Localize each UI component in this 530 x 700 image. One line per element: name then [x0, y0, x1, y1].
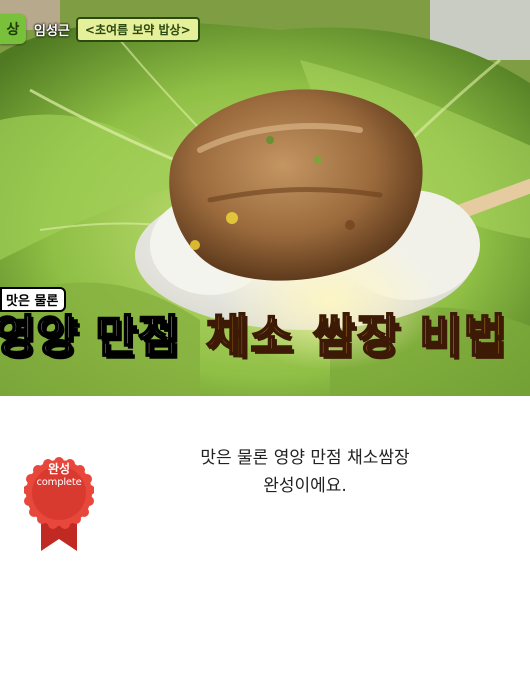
show-tag-bar: 상 임성근 <초여름 보약 밥상>	[0, 14, 200, 44]
episode-title: <초여름 보약 밥상>	[75, 16, 200, 42]
badge-text: 완성 complete	[24, 462, 94, 489]
caption-white: 영양 만점	[0, 309, 181, 364]
badge-label-en: complete	[36, 477, 82, 488]
show-logo: 상	[0, 14, 26, 44]
description-line-2: 완성이에요.	[263, 476, 347, 496]
step-description: 맛은 물론 영양 만점 채소쌈장 완성이에요.	[140, 444, 470, 500]
complete-badge: 완성 complete	[24, 455, 94, 555]
host-name: 임성근	[34, 23, 70, 39]
description-line-1: 맛은 물론 영양 만점 채소쌈장	[200, 448, 410, 468]
caption-gold: 채소 쌈장 비법	[205, 308, 508, 364]
video-still-image: 상 임성근 <초여름 보약 밥상> 맛은 물론 영양 만점 채소 쌈장 비법	[0, 0, 530, 396]
badge-label-ko: 완성	[47, 462, 71, 476]
